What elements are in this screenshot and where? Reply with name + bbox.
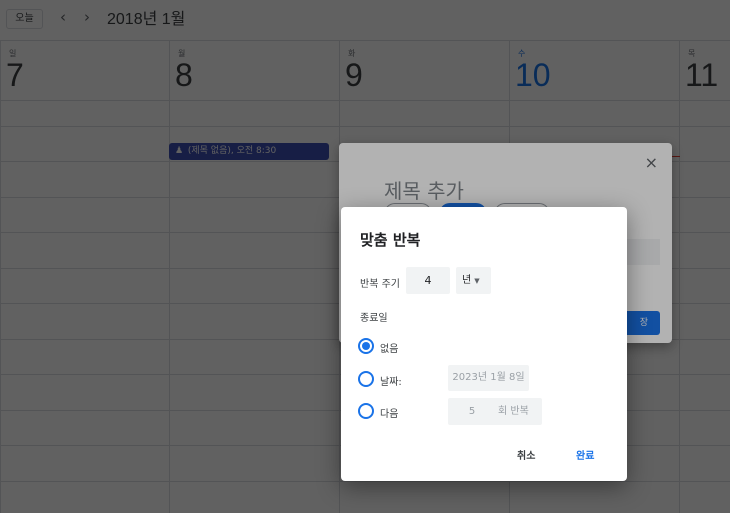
- cancel-button[interactable]: 취소: [517, 447, 535, 462]
- radio-on-date[interactable]: [358, 371, 374, 387]
- repeat-every-label: 반복 주기: [360, 279, 400, 290]
- occurrences-value: 5: [468, 406, 476, 417]
- radio-never[interactable]: [358, 338, 374, 354]
- custom-recurrence-dialog: 맞춤 반복 반복 주기 년▼ 종료일 없음 날짜: 2023년 1월 8일 다음…: [341, 207, 627, 481]
- repeat-unit-select[interactable]: 년 ▼: [456, 267, 491, 294]
- repeat-unit-value: 년: [462, 275, 472, 286]
- caret-down-icon: ▼: [474, 277, 480, 285]
- end-date-field[interactable]: 2023년 1월 8일: [448, 365, 529, 391]
- occurrences-field[interactable]: 5 회 반복: [448, 398, 542, 425]
- repeat-interval-input[interactable]: [406, 267, 450, 294]
- done-button[interactable]: 완료: [576, 447, 594, 462]
- end-on-date-label: 날짜:: [380, 377, 402, 388]
- end-never-label: 없음: [380, 344, 399, 355]
- occurrences-suffix: 회 반복: [498, 406, 529, 417]
- radio-after[interactable]: [358, 403, 374, 419]
- ends-label: 종료일: [360, 313, 388, 324]
- dialog-title: 맞춤 반복: [360, 231, 421, 249]
- end-after-label: 다음: [380, 409, 399, 420]
